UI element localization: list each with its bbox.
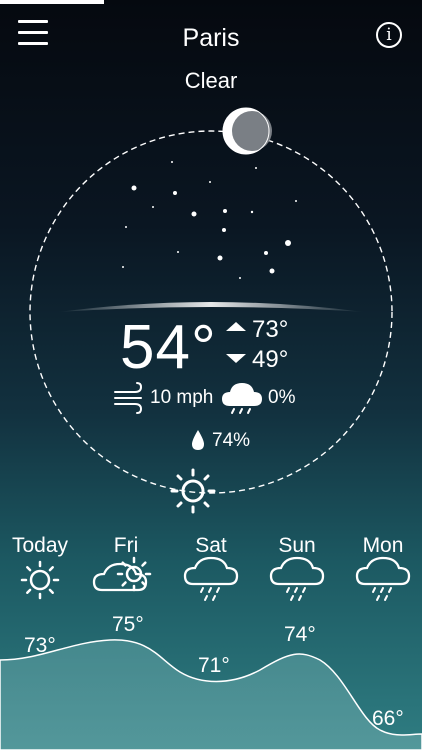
wind-icon — [114, 382, 143, 414]
forecast-day-today[interactable]: Today — [0, 534, 80, 558]
moon-icon — [222, 107, 272, 155]
up-arrow-icon — [226, 322, 246, 331]
partly-cloudy-icon — [92, 556, 152, 592]
forecast-temp-sat: 71° — [198, 654, 230, 677]
wind-speed: 10 mph — [150, 387, 214, 408]
horizon-line — [58, 302, 364, 312]
precipitation-chance: 0% — [268, 387, 296, 408]
sun-icon — [170, 468, 216, 514]
forecast-day-mon[interactable]: Mon — [343, 534, 422, 558]
stars — [122, 161, 297, 279]
high-temperature: 73° — [252, 316, 289, 343]
forecast-temp-fri: 75° — [112, 613, 144, 636]
forecast-day-fri[interactable]: Fri — [86, 534, 166, 558]
humidity: 74% — [212, 430, 251, 451]
sun-icon — [20, 560, 60, 600]
rain-cloud-icon — [183, 556, 239, 601]
forecast-temp-sun: 74° — [284, 623, 316, 646]
forecast-temp-mon: 66° — [372, 707, 404, 730]
droplet-icon — [192, 430, 204, 450]
low-temperature: 49° — [252, 346, 289, 373]
forecast-day-sun[interactable]: Sun — [257, 534, 337, 558]
current-temperature: 54° — [120, 313, 217, 382]
forecast-temp-today: 73° — [24, 634, 56, 657]
down-arrow-icon — [226, 354, 246, 363]
rain-cloud-icon — [269, 556, 325, 601]
rain-cloud-icon — [355, 556, 411, 601]
rain-cloud-icon — [222, 383, 262, 414]
forecast-day-sat[interactable]: Sat — [171, 534, 251, 558]
